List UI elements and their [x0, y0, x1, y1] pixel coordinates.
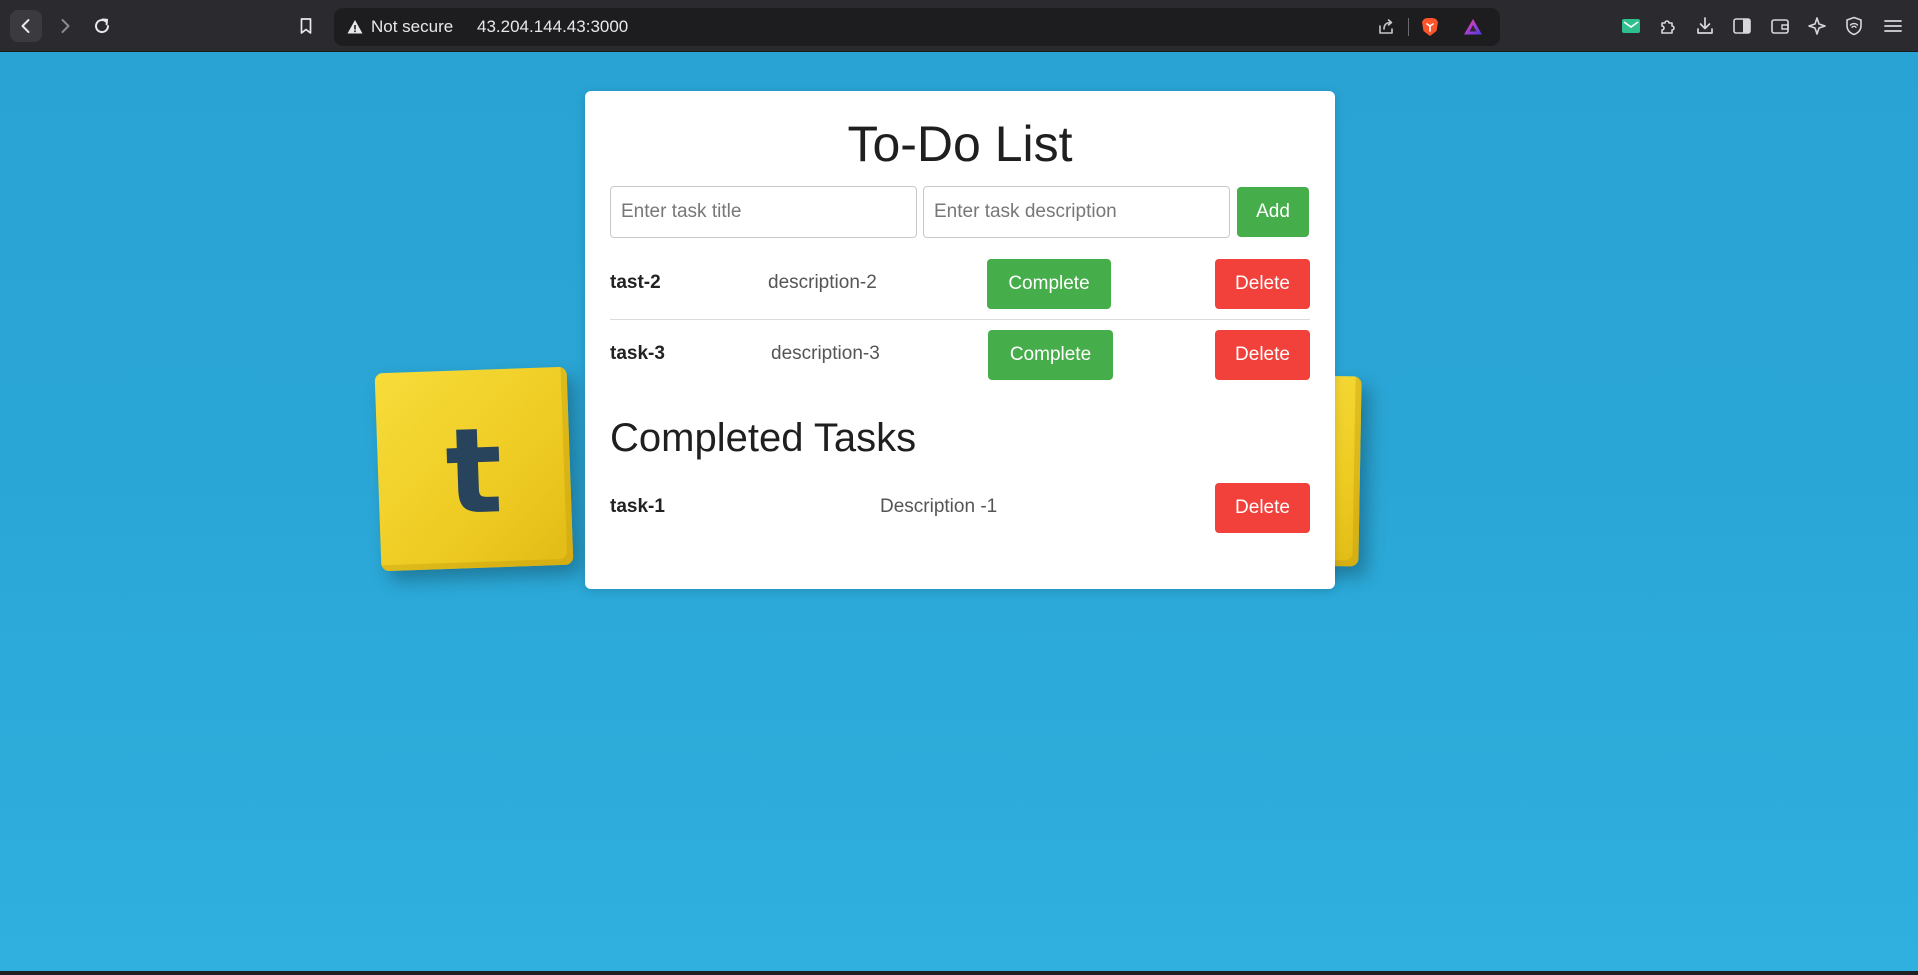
page-viewport: t To-Do List Add tast-2 description-2 Co… — [0, 52, 1918, 971]
add-task-button[interactable]: Add — [1237, 187, 1309, 237]
chevron-left-icon — [21, 19, 30, 33]
brave-rewards-icon[interactable] — [1462, 16, 1484, 38]
wallet-icon[interactable] — [1769, 15, 1791, 37]
url-text[interactable]: 43.204.144.43:3000 — [477, 17, 628, 37]
task-title: tast-2 — [610, 272, 661, 293]
task-title-input[interactable] — [610, 186, 917, 238]
task-row-divider — [610, 319, 1310, 320]
background-letter-tile: t — [374, 366, 574, 572]
task-description: description-3 — [771, 343, 880, 364]
back-button[interactable] — [10, 10, 42, 42]
brave-shields-icon[interactable] — [1419, 16, 1441, 38]
todo-card: To-Do List Add tast-2 description-2 Comp… — [585, 91, 1335, 589]
bookmark-button[interactable] — [290, 10, 322, 42]
mail-extension-icon[interactable] — [1620, 15, 1642, 37]
complete-button[interactable]: Complete — [988, 330, 1113, 380]
complete-button[interactable]: Complete — [987, 259, 1111, 309]
download-icon[interactable] — [1694, 15, 1716, 37]
task-title: task-3 — [610, 343, 665, 364]
completed-task-description: Description -1 — [880, 496, 998, 517]
delete-button[interactable]: Delete — [1215, 483, 1310, 533]
window-bottom-edge — [0, 971, 1918, 975]
completed-task-title: task-1 — [610, 496, 665, 517]
address-bar[interactable]: Not secure 43.204.144.43:3000 — [334, 8, 1500, 46]
browser-toolbar: Not secure 43.204.144.43:3000 — [0, 0, 1918, 52]
warning-icon — [347, 20, 363, 34]
completed-tasks-heading: Completed Tasks — [610, 416, 917, 460]
reload-button[interactable] — [86, 10, 118, 42]
sidebar-icon[interactable] — [1731, 15, 1753, 37]
task-description-input[interactable] — [923, 186, 1230, 238]
task-description: description-2 — [768, 272, 877, 293]
tile-letter: t — [443, 401, 505, 541]
bookmark-icon — [300, 18, 312, 34]
page-title: To-Do List — [847, 116, 1073, 172]
forward-button[interactable] — [49, 10, 81, 42]
chevron-right-icon — [61, 19, 70, 33]
address-bar-separator — [1408, 18, 1409, 36]
delete-button[interactable]: Delete — [1215, 259, 1310, 309]
leo-ai-icon[interactable] — [1806, 15, 1828, 37]
vpn-shield-icon[interactable] — [1843, 15, 1865, 37]
menu-icon[interactable] — [1882, 15, 1904, 37]
delete-button[interactable]: Delete — [1215, 330, 1310, 380]
share-icon[interactable] — [1376, 17, 1396, 37]
security-status[interactable]: Not secure — [371, 17, 453, 37]
reload-icon — [95, 18, 110, 34]
extensions-icon[interactable] — [1657, 15, 1679, 37]
